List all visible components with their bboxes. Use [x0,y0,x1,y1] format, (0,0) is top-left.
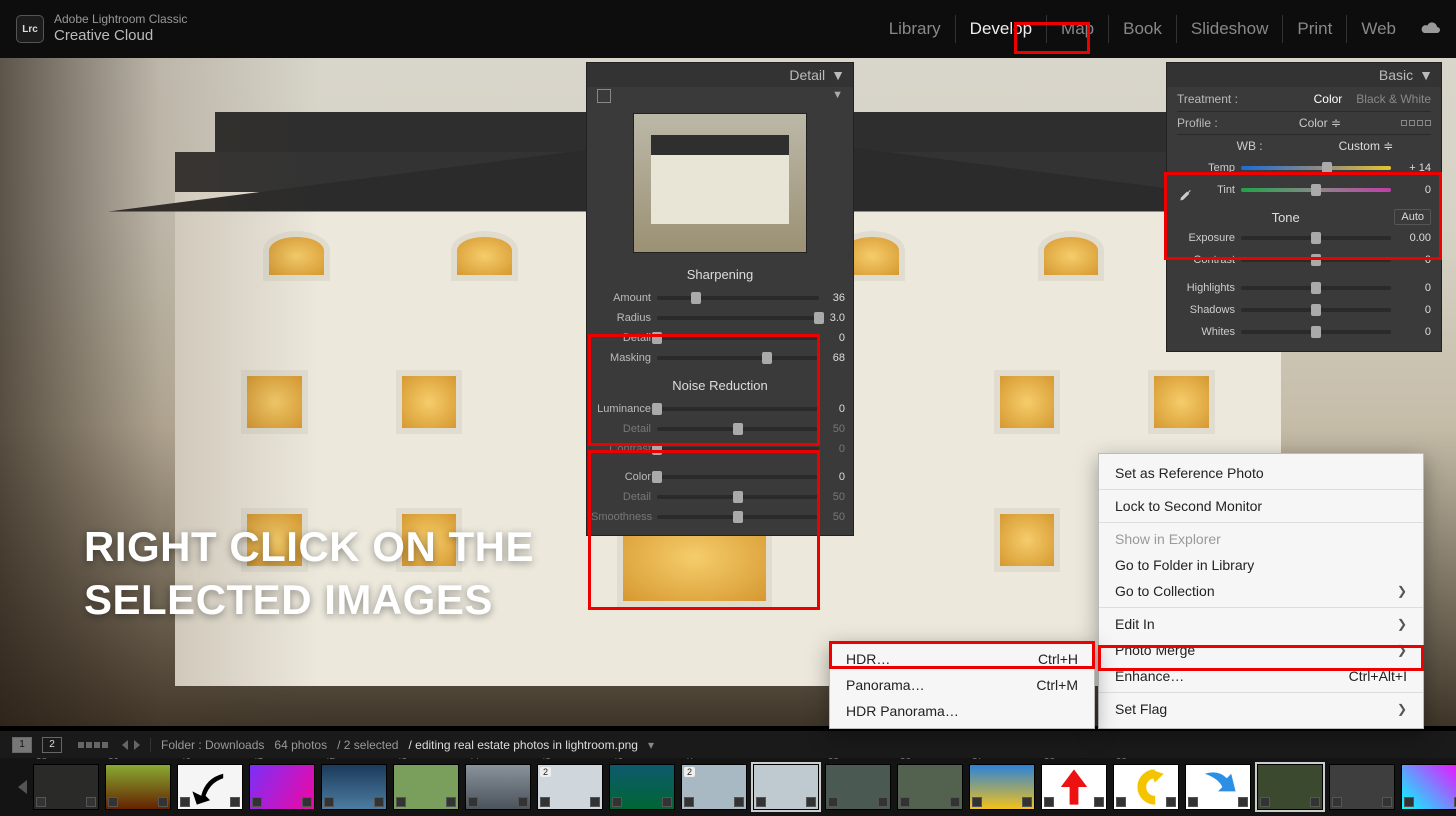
overlay-line1: RIGHT CLICK ON THE [84,523,534,570]
wb-value[interactable]: Custom ≑ [1339,139,1394,153]
dropdown-icon[interactable]: ▾ [648,738,654,752]
highlights-slider[interactable]: Highlights0 [1177,277,1431,299]
current-file[interactable]: / editing real estate photos in lightroo… [408,738,637,752]
chevron-right-icon: ❯ [1397,617,1407,631]
filmstrip-thumb[interactable]: 41 [249,764,315,810]
app-logo: Lrc [16,15,44,43]
nav-arrows[interactable] [122,740,140,750]
brand-top: Adobe Lightroom Classic [54,13,187,27]
radius-slider[interactable]: Radius3.0 [587,308,853,328]
separator [1099,489,1423,490]
module-web[interactable]: Web [1346,15,1410,43]
app-header: Lrc Adobe Lightroom Classic Creative Clo… [0,0,1456,58]
filmstrip-prev-icon[interactable] [18,780,27,794]
disclosure-icon[interactable]: ▼ [831,67,845,83]
basic-panel-header[interactable]: Basic ▼ [1167,63,1441,87]
app-brand: Adobe Lightroom Classic Creative Cloud [54,13,187,44]
chevron-right-icon: ❯ [1397,584,1407,598]
filmstrip-thumb[interactable] [1401,764,1456,810]
filmstrip-thumb[interactable] [753,764,819,810]
wb-row[interactable]: WB : Custom ≑ [1199,135,1431,157]
detail-panel-header[interactable]: Detail ▼ [587,63,853,87]
highlight-photo-merge [1098,645,1424,671]
detail-preview[interactable] [633,113,807,253]
annotation-overlay-text: RIGHT CLICK ON THE SELECTED IMAGES [84,521,534,626]
ctx-set-flag[interactable]: Set Flag❯ [1099,696,1423,722]
profile-row[interactable]: Profile : Color ≑ [1177,111,1431,135]
filmstrip-thumb[interactable] [1329,764,1395,810]
whites-slider[interactable]: Whites0 [1177,321,1431,343]
separator [1099,607,1423,608]
detail-panel-title: Detail [789,67,825,83]
photo-count: 64 photos [274,738,327,752]
separator [1099,692,1423,693]
secondary-display-bar: 1 2 Folder : Downloads 64 photos / 2 sel… [0,730,1456,758]
display-1-button[interactable]: 1 [12,737,32,753]
ctx-panorama[interactable]: Panorama…Ctrl+M [830,672,1094,698]
filmstrip-thumb[interactable]: 40 [177,764,243,810]
ctx-lock-monitor[interactable]: Lock to Second Monitor [1099,493,1423,519]
filmstrip-thumb[interactable]: 58 [1041,764,1107,810]
selected-count: / 2 selected [337,738,398,752]
sharpening-title: Sharpening [587,263,853,288]
module-picker: Library Develop Map Book Slideshow Print… [875,0,1442,58]
shadows-slider[interactable]: Shadows0 [1177,299,1431,321]
basic-panel-title: Basic [1379,67,1413,83]
amount-slider[interactable]: Amount36 [587,288,853,308]
overlay-line2: SELECTED IMAGES [84,576,493,623]
brand-bot: Creative Cloud [54,27,187,44]
cloud-sync-icon[interactable] [1420,20,1442,39]
detail-navigator-icon[interactable] [597,89,611,103]
treatment-row[interactable]: Treatment : ColorBlack & White [1177,87,1431,111]
filmstrip-thumb[interactable]: 59 [1113,764,1179,810]
module-print[interactable]: Print [1282,15,1346,43]
display-2-button[interactable]: 2 [42,737,62,753]
filmstrip-thumb[interactable]: 55 [825,764,891,810]
disclosure-icon[interactable]: ▼ [1419,67,1433,83]
filmstrip-thumb[interactable]: 43 [393,764,459,810]
context-menu: Set as Reference Photo Lock to Second Mo… [1098,453,1424,729]
folder-label[interactable]: Folder : Downloads [161,738,264,752]
filmstrip-thumb[interactable] [1185,764,1251,810]
filmstrip-thumb[interactable]: 46 [609,764,675,810]
filmstrip-thumb[interactable]: 39 [105,764,171,810]
chevron-right-icon: ❯ [1397,702,1407,716]
treatment-color[interactable]: Color [1314,92,1343,106]
highlight-sharpening [588,334,820,446]
grid-view-icon[interactable] [78,742,108,748]
detail-options-icon[interactable]: ▼ [832,89,843,101]
filmstrip-thumb[interactable]: 57 [969,764,1035,810]
ctx-goto-folder[interactable]: Go to Folder in Library [1099,552,1423,578]
separator [1099,522,1423,523]
filmstrip-thumb[interactable] [1257,764,1323,810]
highlight-noise [588,450,820,610]
highlight-hdr [829,641,1095,669]
filmstrip-thumb[interactable]: 38 [33,764,99,810]
profile-browser-icon[interactable] [1401,120,1431,126]
ctx-edit-in[interactable]: Edit In❯ [1099,611,1423,637]
module-book[interactable]: Book [1108,15,1176,43]
ctx-show-explorer: Show in Explorer [1099,526,1423,552]
ctx-goto-collection[interactable]: Go to Collection❯ [1099,578,1423,604]
module-library[interactable]: Library [875,15,955,43]
filmstrip-thumb[interactable]: 42 [321,764,387,810]
profile-value[interactable]: Color ≑ [1299,116,1341,130]
ctx-set-reference[interactable]: Set as Reference Photo [1099,460,1423,486]
highlight-develop [1014,22,1090,54]
filmstrip-thumb[interactable]: 472 [681,764,747,810]
filmstrip[interactable]: 3839404142434445246472 5556575859 [0,758,1456,816]
filmstrip-thumb[interactable]: 56 [897,764,963,810]
filmstrip-thumb[interactable]: 44 [465,764,531,810]
module-slideshow[interactable]: Slideshow [1176,15,1283,43]
ctx-hdr-panorama[interactable]: HDR Panorama… [830,698,1094,724]
highlight-wb [1164,172,1442,260]
filmstrip-thumb[interactable]: 452 [537,764,603,810]
treatment-bw[interactable]: Black & White [1356,92,1431,106]
